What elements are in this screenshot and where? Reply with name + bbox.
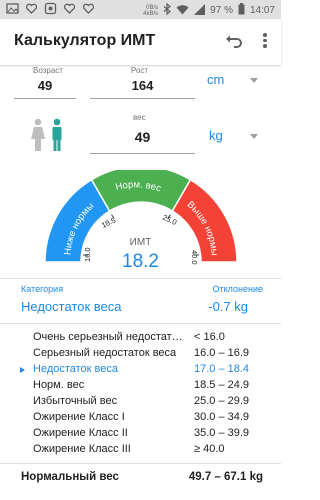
age-field[interactable]: 49: [14, 78, 76, 99]
wifi-icon: [176, 4, 189, 18]
bluetooth-icon: [163, 2, 172, 18]
table-row: Ожирение Класс II 35.0 – 39.9: [0, 426, 281, 442]
divider: [0, 463, 281, 464]
range-value: < 16.0: [194, 331, 225, 343]
range-name: Серьезный недостаток веса: [33, 347, 177, 359]
category-value: Недостаток веса: [21, 299, 122, 314]
deviation-value: -0.7 kg: [208, 299, 248, 314]
weight-unit-select[interactable]: kg: [209, 128, 223, 143]
height-unit-select[interactable]: cm: [207, 72, 224, 87]
weight-label: вес: [133, 113, 146, 122]
age-label: Возраст: [33, 66, 63, 75]
app-icon: [44, 2, 57, 15]
range-value: 25.0 – 29.9: [194, 395, 250, 407]
category-header: Категория: [21, 284, 64, 294]
selected-arrow-icon: [20, 367, 25, 373]
tick-label: 18.5: [100, 215, 117, 229]
height-field[interactable]: 164: [90, 78, 195, 99]
range-name: Ожирение Класс I: [33, 411, 125, 423]
signal-icon: [194, 3, 206, 18]
battery-icon: [238, 3, 245, 18]
table-row: Недостаток веса 17.0 – 18.4: [0, 362, 281, 378]
normal-weight-value: 49.7 – 67.1 kg: [188, 471, 263, 483]
range-value: 35.0 – 39.9: [194, 427, 250, 439]
table-row: Избыточный вес 25.0 – 29.9: [0, 394, 281, 410]
clock: 14:07: [249, 5, 275, 16]
table-row: Серьезный недостаток веса 16.0 – 16.9: [0, 346, 281, 362]
gallery-icon: [6, 2, 19, 15]
range-value: 16.0 – 16.9: [194, 347, 250, 359]
range-name: Избыточный вес: [33, 395, 118, 407]
divider: [0, 323, 281, 324]
app-bar: Калькулятор ИМТ: [0, 19, 281, 65]
range-name: Ожирение Класс II: [33, 427, 128, 439]
normal-weight-label: Нормальный вес: [21, 471, 119, 483]
undo-icon[interactable]: [223, 32, 243, 52]
chevron-down-icon[interactable]: [250, 78, 258, 83]
range-name: Ожирение Класс III: [33, 443, 131, 455]
battery-text: 97 %: [210, 5, 233, 16]
range-name: Норм. вес: [33, 379, 85, 391]
table-row: Ожирение Класс I 30.0 – 34.9: [0, 410, 281, 426]
height-label: Рост: [131, 66, 149, 75]
table-row: Ожирение Класс III ≥ 40.0: [0, 442, 281, 458]
male-icon[interactable]: [48, 118, 66, 152]
bmi-value: 18.2: [122, 251, 159, 272]
app-title: Калькулятор ИМТ: [14, 32, 156, 49]
network-speed: 0B/s 4kB/s: [143, 5, 158, 17]
net-speed-top: 0B/s: [146, 4, 159, 11]
range-value: ≥ 40.0: [194, 443, 225, 455]
table-row: Очень серьезный недостат… < 16.0: [0, 330, 281, 346]
female-icon[interactable]: [28, 118, 46, 152]
divider: [0, 278, 281, 279]
range-value: 17.0 – 18.4: [194, 363, 250, 375]
deviation-header: Отклонение: [212, 284, 264, 294]
heart-icon: [25, 2, 38, 15]
system-icons: 0B/s 4kB/s 97 % 14:07: [143, 2, 275, 18]
notification-icons: [6, 2, 95, 15]
more-options-icon[interactable]: [261, 31, 269, 53]
table-row: Норм. вес 18.5 – 24.9: [0, 378, 281, 394]
bmi-label: ИМТ: [129, 237, 152, 248]
heart-icon: [82, 2, 95, 15]
status-bar: 0B/s 4kB/s 97 % 14:07: [0, 0, 281, 19]
range-name: Очень серьезный недостат…: [33, 331, 183, 343]
range-name: Недостаток веса: [33, 363, 119, 375]
tick-label: 25.0: [161, 213, 178, 227]
chevron-down-icon[interactable]: [250, 134, 258, 139]
net-speed-bottom: 4kB/s: [143, 10, 159, 17]
bmi-ranges-table: Очень серьезный недостат… < 16.0 Серьезный…: [0, 330, 281, 458]
range-value: 18.5 – 24.9: [194, 379, 250, 391]
range-value: 30.0 – 34.9: [194, 411, 250, 423]
heart-icon: [63, 2, 76, 15]
weight-field[interactable]: 49: [90, 129, 195, 154]
